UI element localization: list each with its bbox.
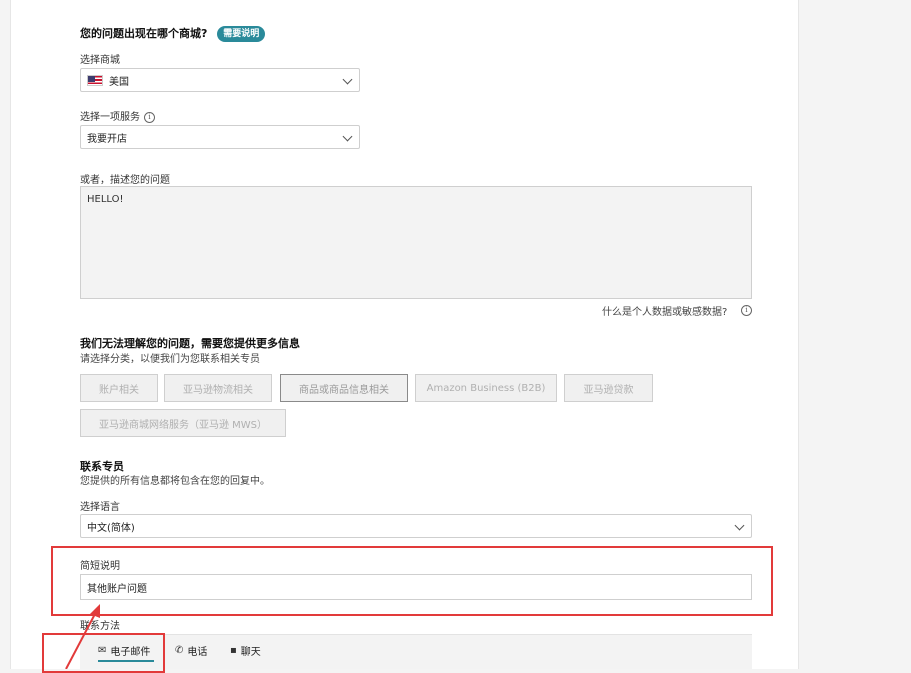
language-label: 选择语言 (80, 502, 120, 513)
us-flag-icon (87, 74, 103, 86)
annotation-box-brief (51, 546, 773, 616)
marketplace-selected: 美国 (109, 76, 129, 88)
description-textarea[interactable]: HELLO! (80, 186, 752, 299)
chevron-down-icon (734, 520, 745, 531)
chevron-down-icon (342, 131, 353, 142)
category-lending[interactable]: 亚马逊贷款 (564, 374, 653, 402)
contact-subtitle: 您提供的所有信息都将包含在您的回复中。 (80, 476, 270, 487)
help-badge[interactable]: 需要说明 (217, 26, 266, 42)
more-info-title: 我们无法理解您的问题，需要您提供更多信息 (80, 337, 300, 350)
info-icon[interactable]: i (144, 111, 155, 123)
marketplace-question: 您的问题出现在哪个商城? 需要说明 (80, 25, 266, 42)
privacy-link-text: 什么是个人数据或敏感数据? (602, 307, 728, 318)
privacy-link[interactable]: 什么是个人数据或敏感数据? (602, 303, 727, 318)
phone-icon: ✆ (175, 645, 184, 656)
marketplace-select[interactable]: 美国 (80, 68, 360, 92)
service-select[interactable]: 我要开店 (80, 125, 360, 149)
marketplace-question-text: 您的问题出现在哪个商城? (80, 27, 208, 40)
language-select[interactable]: 中文(简体) (80, 514, 752, 538)
chevron-down-icon (342, 74, 353, 85)
description-label: 或者，描述您的问题 (80, 175, 170, 186)
tab-chat[interactable]: ▪ 聊天 (230, 643, 261, 658)
service-label-text: 选择一项服务 (80, 112, 140, 123)
category-product[interactable]: 商品或商品信息相关 (280, 374, 408, 402)
marketplace-select-label: 选择商城 (80, 55, 120, 66)
service-label: 选择一项服务 i (80, 108, 155, 123)
category-account[interactable]: 账户相关 (80, 374, 158, 402)
service-selected: 我要开店 (87, 133, 127, 145)
privacy-info-icon[interactable]: i (741, 305, 752, 316)
tab-phone[interactable]: ✆ 电话 (175, 643, 207, 658)
tab-phone-label: 电话 (187, 647, 208, 658)
category-fba[interactable]: 亚马逊物流相关 (164, 374, 272, 402)
category-mws[interactable]: 亚马逊商城网络服务（亚马逊 MWS） (80, 409, 286, 437)
annotation-arrow (65, 604, 100, 669)
chat-icon: ▪ (230, 645, 237, 656)
tab-chat-label: 聊天 (240, 647, 261, 658)
language-selected: 中文(简体) (87, 522, 135, 534)
category-b2b[interactable]: Amazon Business (B2B) (415, 374, 557, 402)
more-info-subtitle: 请选择分类，以便我们为您联系相关专员 (80, 354, 260, 365)
